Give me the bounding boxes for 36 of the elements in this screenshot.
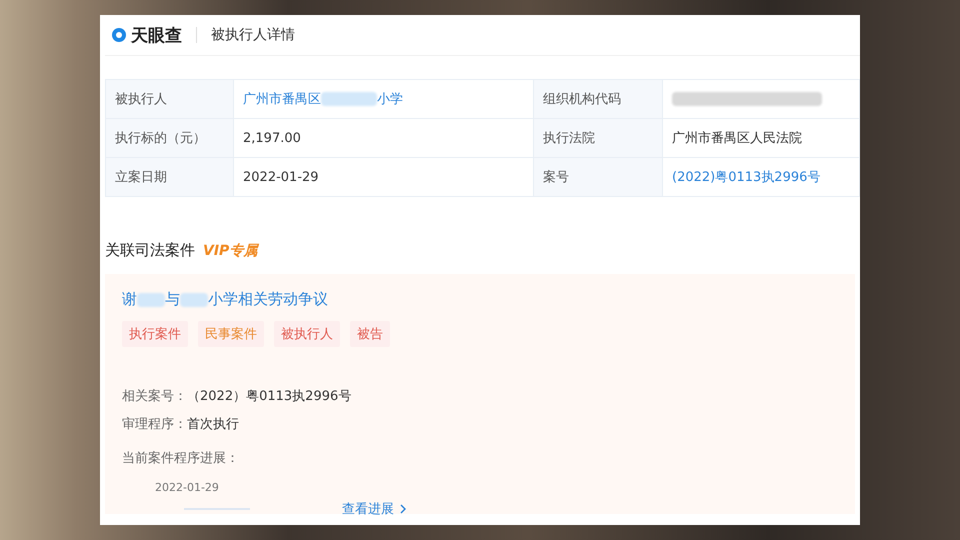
progress-date: 2022-01-29 [155, 481, 220, 494]
chevron-right-icon [399, 504, 407, 514]
progress-label: 当前案件程序进展： [122, 450, 240, 467]
field-label: 执行标的（元） [106, 119, 234, 158]
redacted-blur [180, 292, 208, 306]
field-label: 案号 [534, 158, 663, 197]
case-title-link[interactable]: 谢 [122, 290, 137, 309]
value-link[interactable]: 广州市番禺区 [243, 90, 321, 108]
redacted-blur [321, 92, 377, 106]
case-title-link[interactable]: 小学相关劳动争议 [208, 290, 328, 309]
logo-icon [111, 27, 127, 43]
page-title: 被执行人详情 [211, 26, 295, 44]
section-title: 关联司法案件 [105, 241, 195, 260]
value-text: 广州市番禺区人民法院 [672, 130, 802, 147]
field-value: 首次执行 [187, 417, 239, 432]
case-tag: 被告 [350, 321, 390, 347]
value-text: 2022-01-29 [243, 170, 319, 184]
vip-label: VIP专属 [203, 242, 258, 260]
field-label: 立案日期 [106, 158, 234, 197]
case-title-link[interactable]: 与 [165, 290, 180, 309]
field-label: 相关案号： [122, 389, 187, 404]
field-label: 执行法院 [534, 119, 663, 158]
value-text: 2,197.00 [243, 130, 301, 146]
field-label: 审理程序： [122, 417, 187, 432]
field-value: （2022）粤0113执2996号 [187, 389, 352, 404]
case-tag: 被执行人 [274, 321, 340, 347]
redacted-blur [137, 292, 165, 306]
case-tag: 执行案件 [122, 321, 188, 347]
logo-text: 天眼查 [131, 24, 182, 46]
value-link[interactable]: 小学 [377, 90, 403, 108]
progress-line [184, 508, 250, 510]
value-link[interactable]: (2022)粤0113执2996号 [672, 168, 820, 186]
field-label: 组织机构代码 [534, 80, 663, 119]
case-tag: 民事案件 [198, 321, 264, 347]
field-label: 被执行人 [106, 80, 234, 119]
view-progress-link[interactable]: 查看进展 [342, 500, 407, 518]
